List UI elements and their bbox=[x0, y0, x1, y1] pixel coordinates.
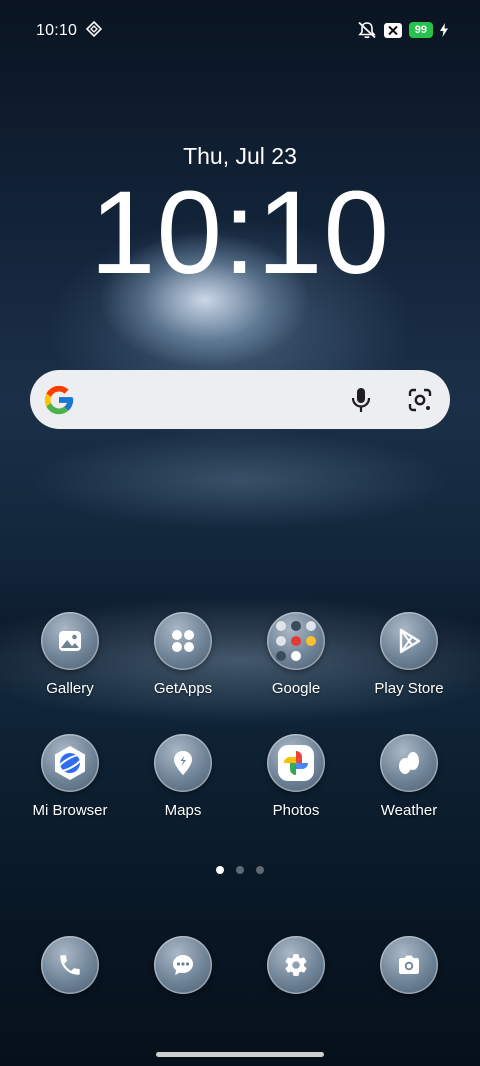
date-widget[interactable]: Thu, Jul 23 bbox=[0, 143, 480, 170]
folder-icon bbox=[267, 612, 325, 670]
page-dot[interactable] bbox=[236, 866, 244, 874]
phone-icon bbox=[41, 936, 99, 994]
app-folder-google[interactable]: Google bbox=[246, 612, 346, 697]
app-label: Gallery bbox=[46, 680, 94, 697]
folder-app-icon bbox=[306, 651, 316, 661]
no-sim-icon bbox=[383, 22, 402, 38]
folder-app-icon bbox=[291, 621, 301, 631]
dock-camera[interactable] bbox=[359, 936, 459, 994]
settings-icon bbox=[267, 936, 325, 994]
google-lens-icon[interactable] bbox=[406, 386, 434, 414]
folder-app-icon bbox=[276, 651, 286, 661]
gallery-icon bbox=[41, 612, 99, 670]
vpn-diamond-icon bbox=[86, 21, 102, 37]
page-indicator bbox=[0, 866, 480, 874]
app-getapps[interactable]: GetApps bbox=[133, 612, 233, 697]
dock-settings[interactable] bbox=[246, 936, 346, 994]
folder-app-icon bbox=[276, 621, 286, 631]
photos-icon bbox=[267, 734, 325, 792]
folder-app-icon bbox=[291, 636, 301, 646]
app-photos[interactable]: Photos bbox=[246, 734, 346, 819]
app-label: Photos bbox=[272, 802, 320, 819]
google-search-bar[interactable] bbox=[30, 370, 450, 429]
page-dot[interactable] bbox=[256, 866, 264, 874]
status-icons: 99 bbox=[357, 21, 448, 39]
app-maps[interactable]: Maps bbox=[133, 734, 233, 819]
folder-app-icon bbox=[306, 621, 316, 631]
app-play-store[interactable]: Play Store bbox=[359, 612, 459, 697]
app-label: Mi Browser bbox=[32, 802, 108, 819]
gesture-nav-handle[interactable] bbox=[156, 1052, 324, 1057]
folder-app-icon bbox=[306, 636, 316, 646]
dock-messages[interactable] bbox=[133, 936, 233, 994]
page-dot[interactable] bbox=[216, 866, 224, 874]
microphone-icon[interactable] bbox=[350, 386, 372, 414]
battery-indicator: 99 bbox=[408, 22, 433, 38]
dock-phone[interactable] bbox=[20, 936, 120, 994]
app-label: Play Store bbox=[374, 680, 444, 697]
app-label: GetApps bbox=[153, 680, 213, 697]
charging-bolt-icon bbox=[440, 23, 448, 37]
app-weather[interactable]: Weather bbox=[359, 734, 459, 819]
app-label: Google bbox=[271, 680, 321, 697]
app-label: Maps bbox=[164, 802, 202, 819]
maps-icon bbox=[154, 734, 212, 792]
status-bar: 10:10 99 bbox=[0, 0, 480, 60]
app-gallery[interactable]: Gallery bbox=[20, 612, 120, 697]
getapps-icon bbox=[154, 612, 212, 670]
play-store-icon bbox=[380, 612, 438, 670]
camera-icon bbox=[380, 936, 438, 994]
mi-browser-icon bbox=[41, 734, 99, 792]
status-time: 10:10 bbox=[36, 22, 78, 39]
muted-bell-icon bbox=[358, 21, 376, 39]
app-label: Weather bbox=[380, 802, 438, 819]
app-mi-browser[interactable]: Mi Browser bbox=[20, 734, 120, 819]
google-g-icon bbox=[44, 385, 74, 415]
clock-widget[interactable]: 10:10 bbox=[0, 168, 480, 298]
weather-icon bbox=[380, 734, 438, 792]
folder-app-icon bbox=[276, 636, 286, 646]
messages-icon bbox=[154, 936, 212, 994]
folder-app-icon bbox=[291, 651, 301, 661]
